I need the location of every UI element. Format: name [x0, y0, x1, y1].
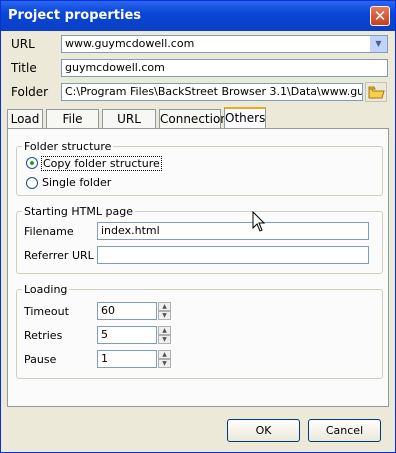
spin-up-icon[interactable]: ▲ [158, 326, 171, 335]
open-folder-icon [368, 86, 385, 99]
pause-input[interactable]: 1 [97, 350, 157, 368]
copy-folder-structure-radio[interactable] [26, 157, 38, 169]
title-bar[interactable]: Project properties ✕ [1, 1, 395, 31]
tab-connection[interactable]: Connection [159, 109, 228, 128]
folder-input[interactable]: C:\Program Files\BackStreet Browser 3.1\… [61, 83, 363, 101]
pause-label: Pause [24, 353, 57, 366]
copy-folder-structure-label[interactable]: Copy folder structure [41, 156, 162, 171]
retries-value: 5 [101, 328, 108, 341]
filename-input[interactable]: index.html [97, 222, 369, 240]
referrer-url-input[interactable] [97, 246, 369, 264]
spin-down-icon[interactable]: ▼ [158, 359, 171, 368]
ok-button[interactable]: OK [227, 419, 300, 442]
starting-html-page-title: Starting HTML page [22, 205, 135, 218]
window-title: Project properties [8, 8, 141, 23]
filename-label: Filename [24, 225, 74, 238]
timeout-label: Timeout [24, 305, 69, 318]
single-folder-radio[interactable] [26, 177, 38, 189]
url-label: URL [11, 37, 35, 51]
pause-value: 1 [101, 352, 108, 365]
spin-down-icon[interactable]: ▼ [158, 335, 171, 344]
folder-label: Folder [11, 85, 49, 99]
chevron-down-icon[interactable]: ▼ [370, 36, 387, 52]
spin-up-icon[interactable]: ▲ [158, 302, 171, 311]
tab-load[interactable]: Load [7, 109, 43, 128]
retries-input[interactable]: 5 [97, 326, 157, 344]
browse-folder-button[interactable] [365, 82, 387, 102]
timeout-spinner[interactable]: ▲ ▼ [158, 302, 171, 320]
tab-url-filter[interactable]: URL filter [102, 109, 156, 144]
radio-selected-dot [30, 161, 34, 165]
single-folder-label[interactable]: Single folder [42, 176, 111, 189]
url-value: www.guymcdowell.com [65, 37, 195, 50]
tab-others[interactable]: Others [224, 107, 266, 129]
filename-value: index.html [101, 224, 160, 237]
folder-value: C:\Program Files\BackStreet Browser 3.1\… [65, 85, 363, 98]
title-input[interactable]: guymcdowell.com [61, 59, 388, 77]
mouse-pointer-icon [252, 211, 266, 232]
pause-spinner[interactable]: ▲ ▼ [158, 350, 171, 368]
project-properties-dialog: Project properties ✕ URL www.guymcdowell… [0, 0, 396, 453]
referrer-url-label: Referrer URL [24, 249, 94, 262]
spin-down-icon[interactable]: ▼ [158, 311, 171, 320]
cancel-button[interactable]: Cancel [308, 419, 381, 442]
title-label: Title [11, 61, 37, 75]
close-button[interactable]: ✕ [370, 6, 390, 26]
others-tab-panel: Folder structure Copy folder structure S… [7, 128, 389, 407]
retries-label: Retries [24, 329, 63, 342]
spin-up-icon[interactable]: ▲ [158, 350, 171, 359]
retries-spinner[interactable]: ▲ ▼ [158, 326, 171, 344]
timeout-value: 60 [101, 304, 115, 317]
loading-group [16, 289, 383, 379]
timeout-input[interactable]: 60 [97, 302, 157, 320]
loading-title: Loading [22, 283, 70, 296]
title-value: guymcdowell.com [65, 61, 165, 74]
starting-html-page-group [16, 211, 383, 274]
tab-file-filter[interactable]: File Filter [46, 109, 99, 144]
url-combobox[interactable]: www.guymcdowell.com [61, 35, 388, 53]
folder-structure-title: Folder structure [22, 140, 114, 153]
